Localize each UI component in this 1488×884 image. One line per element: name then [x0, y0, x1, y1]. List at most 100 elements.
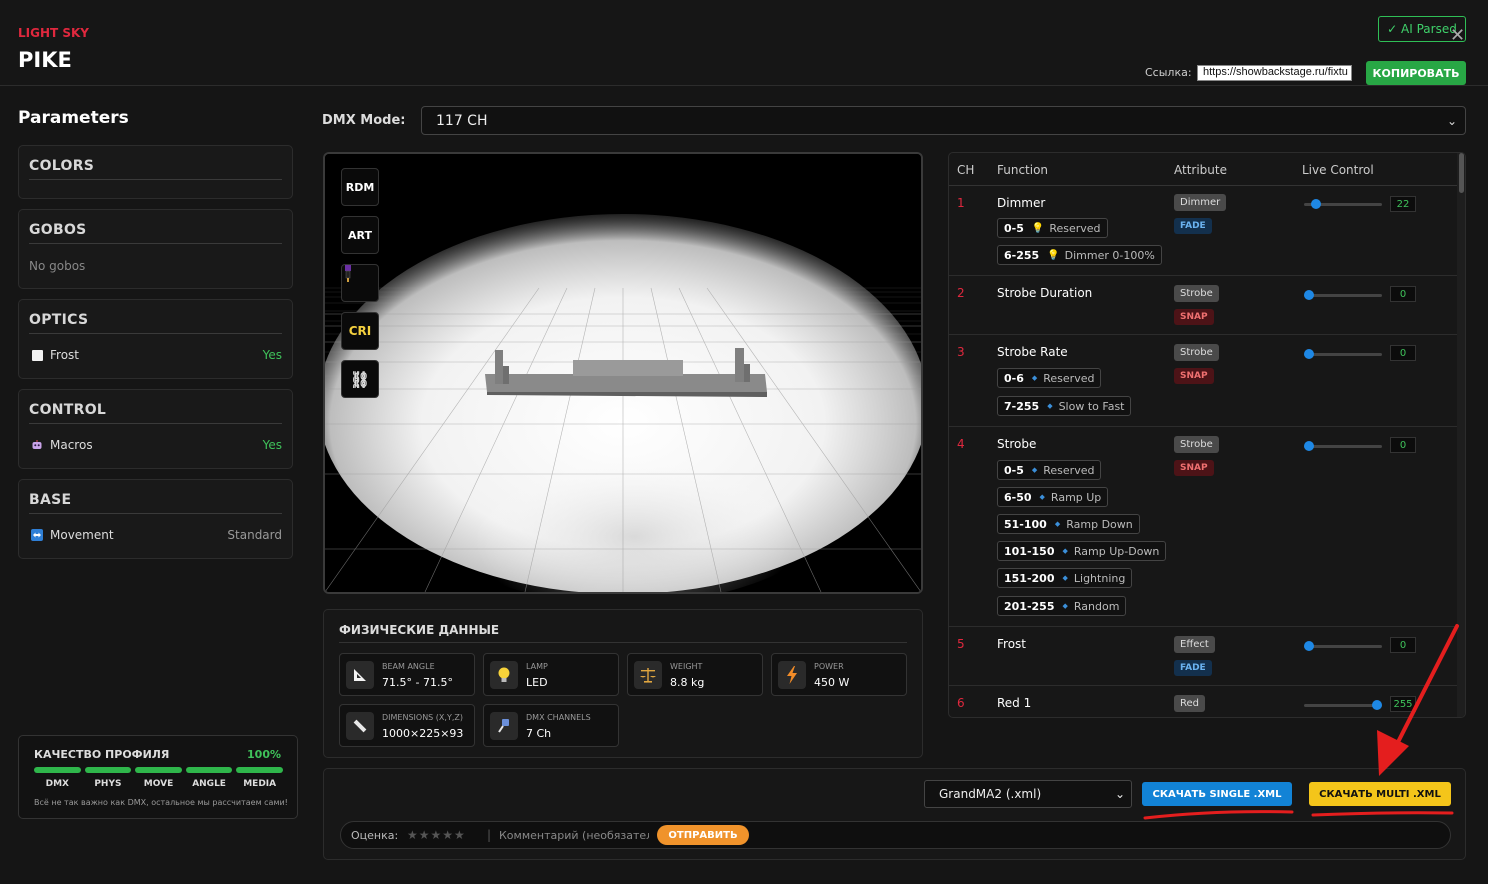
range-chip: 51-100 ◆ Ramp Down	[997, 514, 1140, 534]
art-button[interactable]: ART	[341, 216, 379, 254]
lightbulb-icon	[490, 661, 518, 689]
snap-tag: SNAP	[1174, 368, 1214, 384]
header: LIGHT SKY PIKE ✓ AI Parsed ✕ Ссылка: htt…	[0, 0, 1488, 86]
lamp-card: LAMP LED	[483, 653, 619, 696]
bullet-dot-icon: ◆	[1031, 466, 1038, 474]
live-value[interactable]: 0	[1390, 286, 1416, 302]
live-control-slider[interactable]	[1304, 700, 1382, 710]
bullet-dot-icon: ◆	[1047, 402, 1053, 410]
range-chip: 0-5 💡 Reserved	[997, 218, 1108, 238]
arrows-horizontal-icon	[31, 529, 43, 541]
range-chip: 6-255 💡 Dimmer 0-100%	[997, 245, 1162, 265]
divider	[29, 243, 282, 244]
slider-knob[interactable]	[1311, 199, 1321, 209]
live-value[interactable]: 0	[1390, 437, 1416, 453]
parameters-title: Parameters	[18, 108, 129, 128]
slider-knob[interactable]	[1372, 700, 1382, 710]
share-link-input[interactable]: https://showbackstage.ru/fixtu	[1197, 65, 1352, 81]
close-icon[interactable]: ✕	[1450, 27, 1465, 45]
separator: |	[487, 828, 492, 842]
lightbulb-icon: 💡	[1031, 222, 1045, 234]
range-label: Slow to Fast	[1058, 399, 1125, 413]
live-control-slider[interactable]	[1304, 441, 1382, 451]
channel-number: 3	[957, 345, 965, 359]
power-label: POWER	[814, 662, 844, 671]
bullet-dot-icon: ◆	[1039, 493, 1045, 501]
quality-label-dmx: DMX	[45, 779, 69, 789]
channel-number: 6	[957, 696, 965, 710]
quality-label-move: MOVE	[143, 779, 174, 789]
table-scrollbar[interactable]	[1457, 153, 1465, 717]
live-control-slider[interactable]	[1304, 349, 1382, 359]
slider-knob[interactable]	[1304, 349, 1314, 359]
live-value[interactable]: 0	[1390, 637, 1416, 653]
dmx-mode-select[interactable]: 117 CH ⌄	[421, 106, 1466, 135]
snap-tag: SNAP	[1174, 309, 1214, 325]
channel-function: Strobe Duration	[997, 286, 1093, 300]
download-multi-xml-button[interactable]: СКАЧАТЬ MULTI .XML	[1309, 782, 1451, 806]
range-label: Dimmer 0-100%	[1064, 248, 1155, 262]
cri-button[interactable]: CRI	[341, 312, 379, 350]
robot-icon	[31, 439, 43, 451]
beam-angle-card: BEAM ANGLE 71.5° - 71.5°	[339, 653, 475, 696]
divider	[29, 333, 282, 334]
quality-note: Всё не так важно как DMX, остальное мы р…	[34, 798, 288, 807]
header-attribute: Attribute	[1174, 163, 1227, 177]
live-control-slider[interactable]	[1304, 290, 1382, 300]
chevron-down-icon: ⌄	[1114, 787, 1125, 801]
rdm-button[interactable]: RDM	[341, 168, 379, 206]
attribute-badge: Dimmer	[1174, 194, 1227, 211]
slider-knob[interactable]	[1304, 290, 1314, 300]
attribute-badge: Red	[1174, 695, 1205, 712]
beam-toggle-button[interactable]	[341, 264, 379, 302]
quality-bar-angle	[185, 767, 233, 773]
star-rating[interactable]: ★★★★★	[407, 828, 466, 842]
range-value: 0-5	[1004, 221, 1024, 235]
range-chip: 151-200 ◆ Lightning	[997, 568, 1133, 588]
live-control-slider[interactable]	[1304, 641, 1382, 651]
live-value[interactable]: 255	[1390, 696, 1416, 712]
live-control-slider[interactable]	[1304, 199, 1382, 209]
slider-knob[interactable]	[1304, 641, 1314, 651]
comment-input[interactable]: Комментарий (необязательно)	[499, 829, 649, 842]
quality-bar-phys	[84, 767, 132, 773]
copy-button[interactable]: КОПИРОВАТЬ	[1366, 61, 1466, 85]
snap-tag: SNAP	[1174, 460, 1214, 476]
live-value[interactable]: 22	[1390, 196, 1416, 212]
live-value[interactable]: 0	[1390, 345, 1416, 361]
channel-number: 2	[957, 286, 965, 300]
range-value: 0-5	[1004, 463, 1024, 477]
quality-label-phys: PHYS	[94, 779, 122, 789]
channel-function: Dimmer	[997, 196, 1046, 210]
range-label: Reserved	[1043, 463, 1095, 477]
slider-knob[interactable]	[1304, 441, 1314, 451]
physical-data-title: ФИЗИЧЕСКИЕ ДАННЫЕ	[339, 623, 500, 637]
range-label: Reserved	[1049, 221, 1101, 235]
range-value: 101-150	[1004, 544, 1055, 558]
divider	[339, 642, 907, 643]
link-label: Ссылка:	[1145, 66, 1192, 79]
chain-button[interactable]: ⛓	[341, 360, 379, 398]
gobos-section: GOBOS No gobos	[18, 209, 293, 289]
bullet-dot-icon: ◆	[1062, 602, 1068, 610]
export-format-select[interactable]: GrandMA2 (.xml) ⌄	[924, 780, 1132, 808]
send-button[interactable]: ОТПРАВИТЬ	[657, 825, 749, 845]
channel-function: Strobe Rate	[997, 345, 1068, 359]
movement-label: Movement	[50, 528, 114, 542]
dmx-channels-label: DMX CHANNELS	[526, 713, 591, 722]
3d-viewport[interactable]: RDM ART CRI ⛓	[323, 152, 923, 594]
range-value: 201-255	[1004, 599, 1055, 613]
quality-bar-move	[135, 767, 182, 773]
range-label: Ramp Up	[1050, 490, 1102, 504]
chain-link-icon: ⛓	[349, 369, 371, 389]
channel-table: CH Function Attribute Live Control 1 Dim…	[948, 152, 1466, 718]
dimensions-value: 1000×225×93	[382, 727, 464, 740]
range-label: Reserved	[1043, 371, 1095, 385]
dmx-mode-value: 117 CH	[436, 112, 488, 129]
export-panel: GrandMA2 (.xml) ⌄ СКАЧАТЬ SINGLE .XML СК…	[323, 768, 1466, 860]
divider	[29, 513, 282, 514]
scrollbar-thumb[interactable]	[1459, 153, 1464, 193]
download-single-xml-button[interactable]: СКАЧАТЬ SINGLE .XML	[1142, 782, 1292, 806]
range-chip: 6-50 ◆ Ramp Up	[997, 487, 1109, 507]
quality-label-media: MEDIA	[243, 779, 277, 789]
